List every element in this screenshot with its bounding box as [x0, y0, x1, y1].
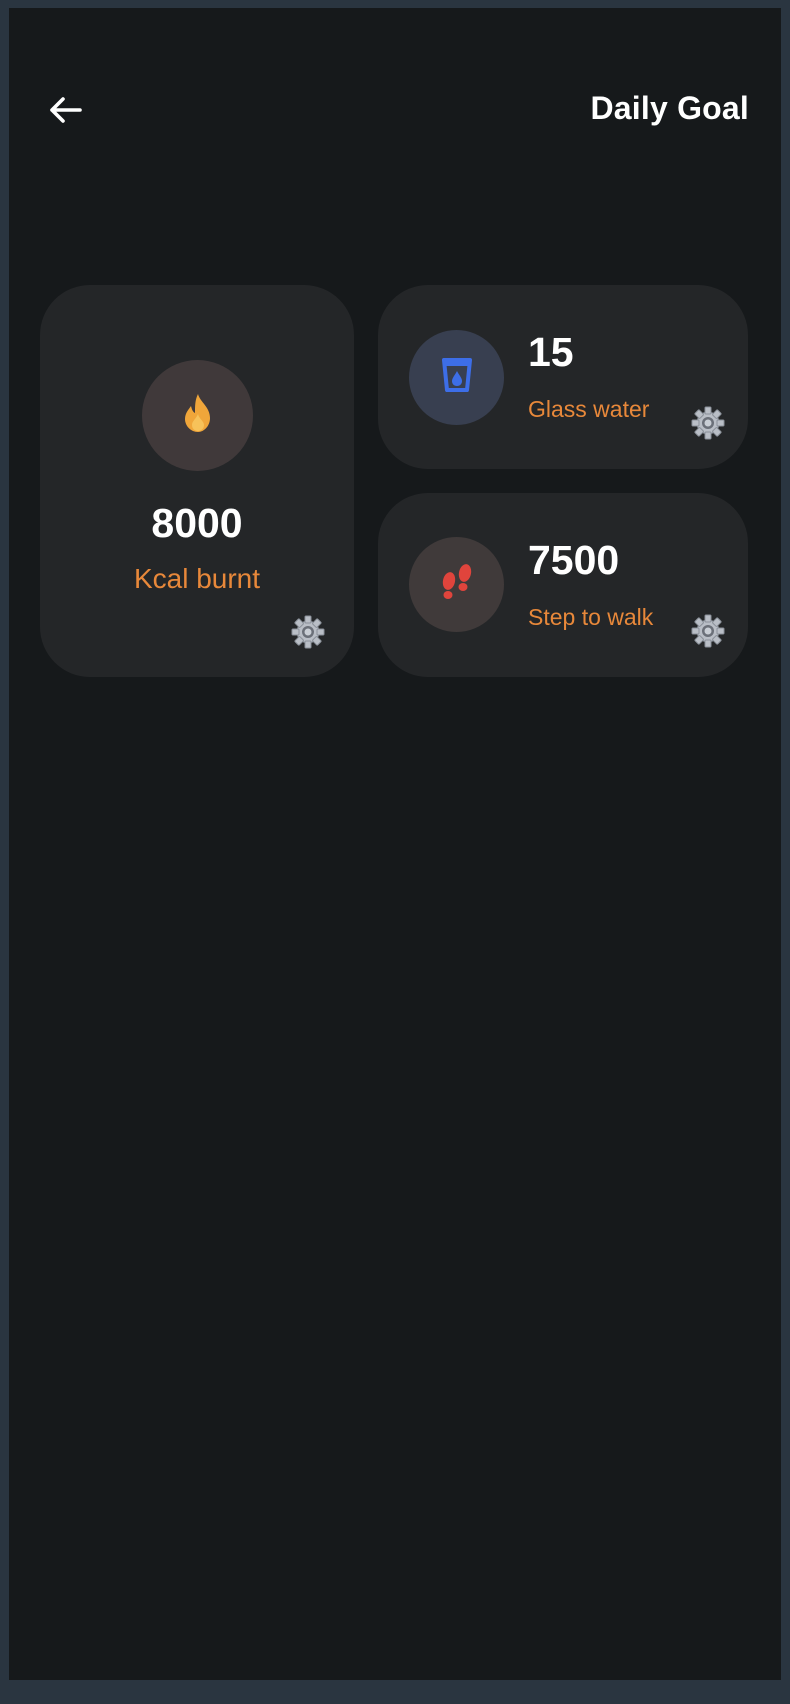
- kcal-goal-card[interactable]: 8000 Kcal burnt: [40, 285, 354, 677]
- page-title: Daily Goal: [590, 90, 749, 126]
- water-settings-button[interactable]: [691, 406, 725, 440]
- water-icon-circle: [409, 330, 504, 425]
- kcal-goal-value: 8000: [151, 500, 243, 546]
- fire-icon: [180, 392, 216, 439]
- water-glass-icon: [441, 357, 473, 398]
- water-goal-value: 15: [528, 329, 574, 375]
- water-goal-card[interactable]: 15 Glass water: [378, 285, 748, 469]
- kcal-settings-button[interactable]: [291, 615, 325, 649]
- gear-icon: [291, 615, 325, 653]
- arrow-left-icon: [48, 96, 82, 129]
- steps-goal-value: 7500: [528, 537, 620, 583]
- steps-settings-button[interactable]: [691, 614, 725, 648]
- back-button[interactable]: [39, 86, 91, 138]
- gear-icon: [691, 614, 725, 652]
- daily-goal-screen: Daily Goal 8000 Kcal burnt 15 Glass wate…: [9, 8, 781, 1680]
- steps-goal-label: Step to walk: [528, 604, 654, 630]
- gear-icon: [691, 406, 725, 444]
- steps-icon-circle: [409, 537, 504, 632]
- water-goal-label: Glass water: [528, 396, 650, 422]
- steps-goal-card[interactable]: 7500 Step to walk: [378, 493, 748, 677]
- kcal-icon-circle: [142, 360, 253, 471]
- kcal-goal-label: Kcal burnt: [133, 563, 261, 594]
- footsteps-icon: [439, 563, 475, 606]
